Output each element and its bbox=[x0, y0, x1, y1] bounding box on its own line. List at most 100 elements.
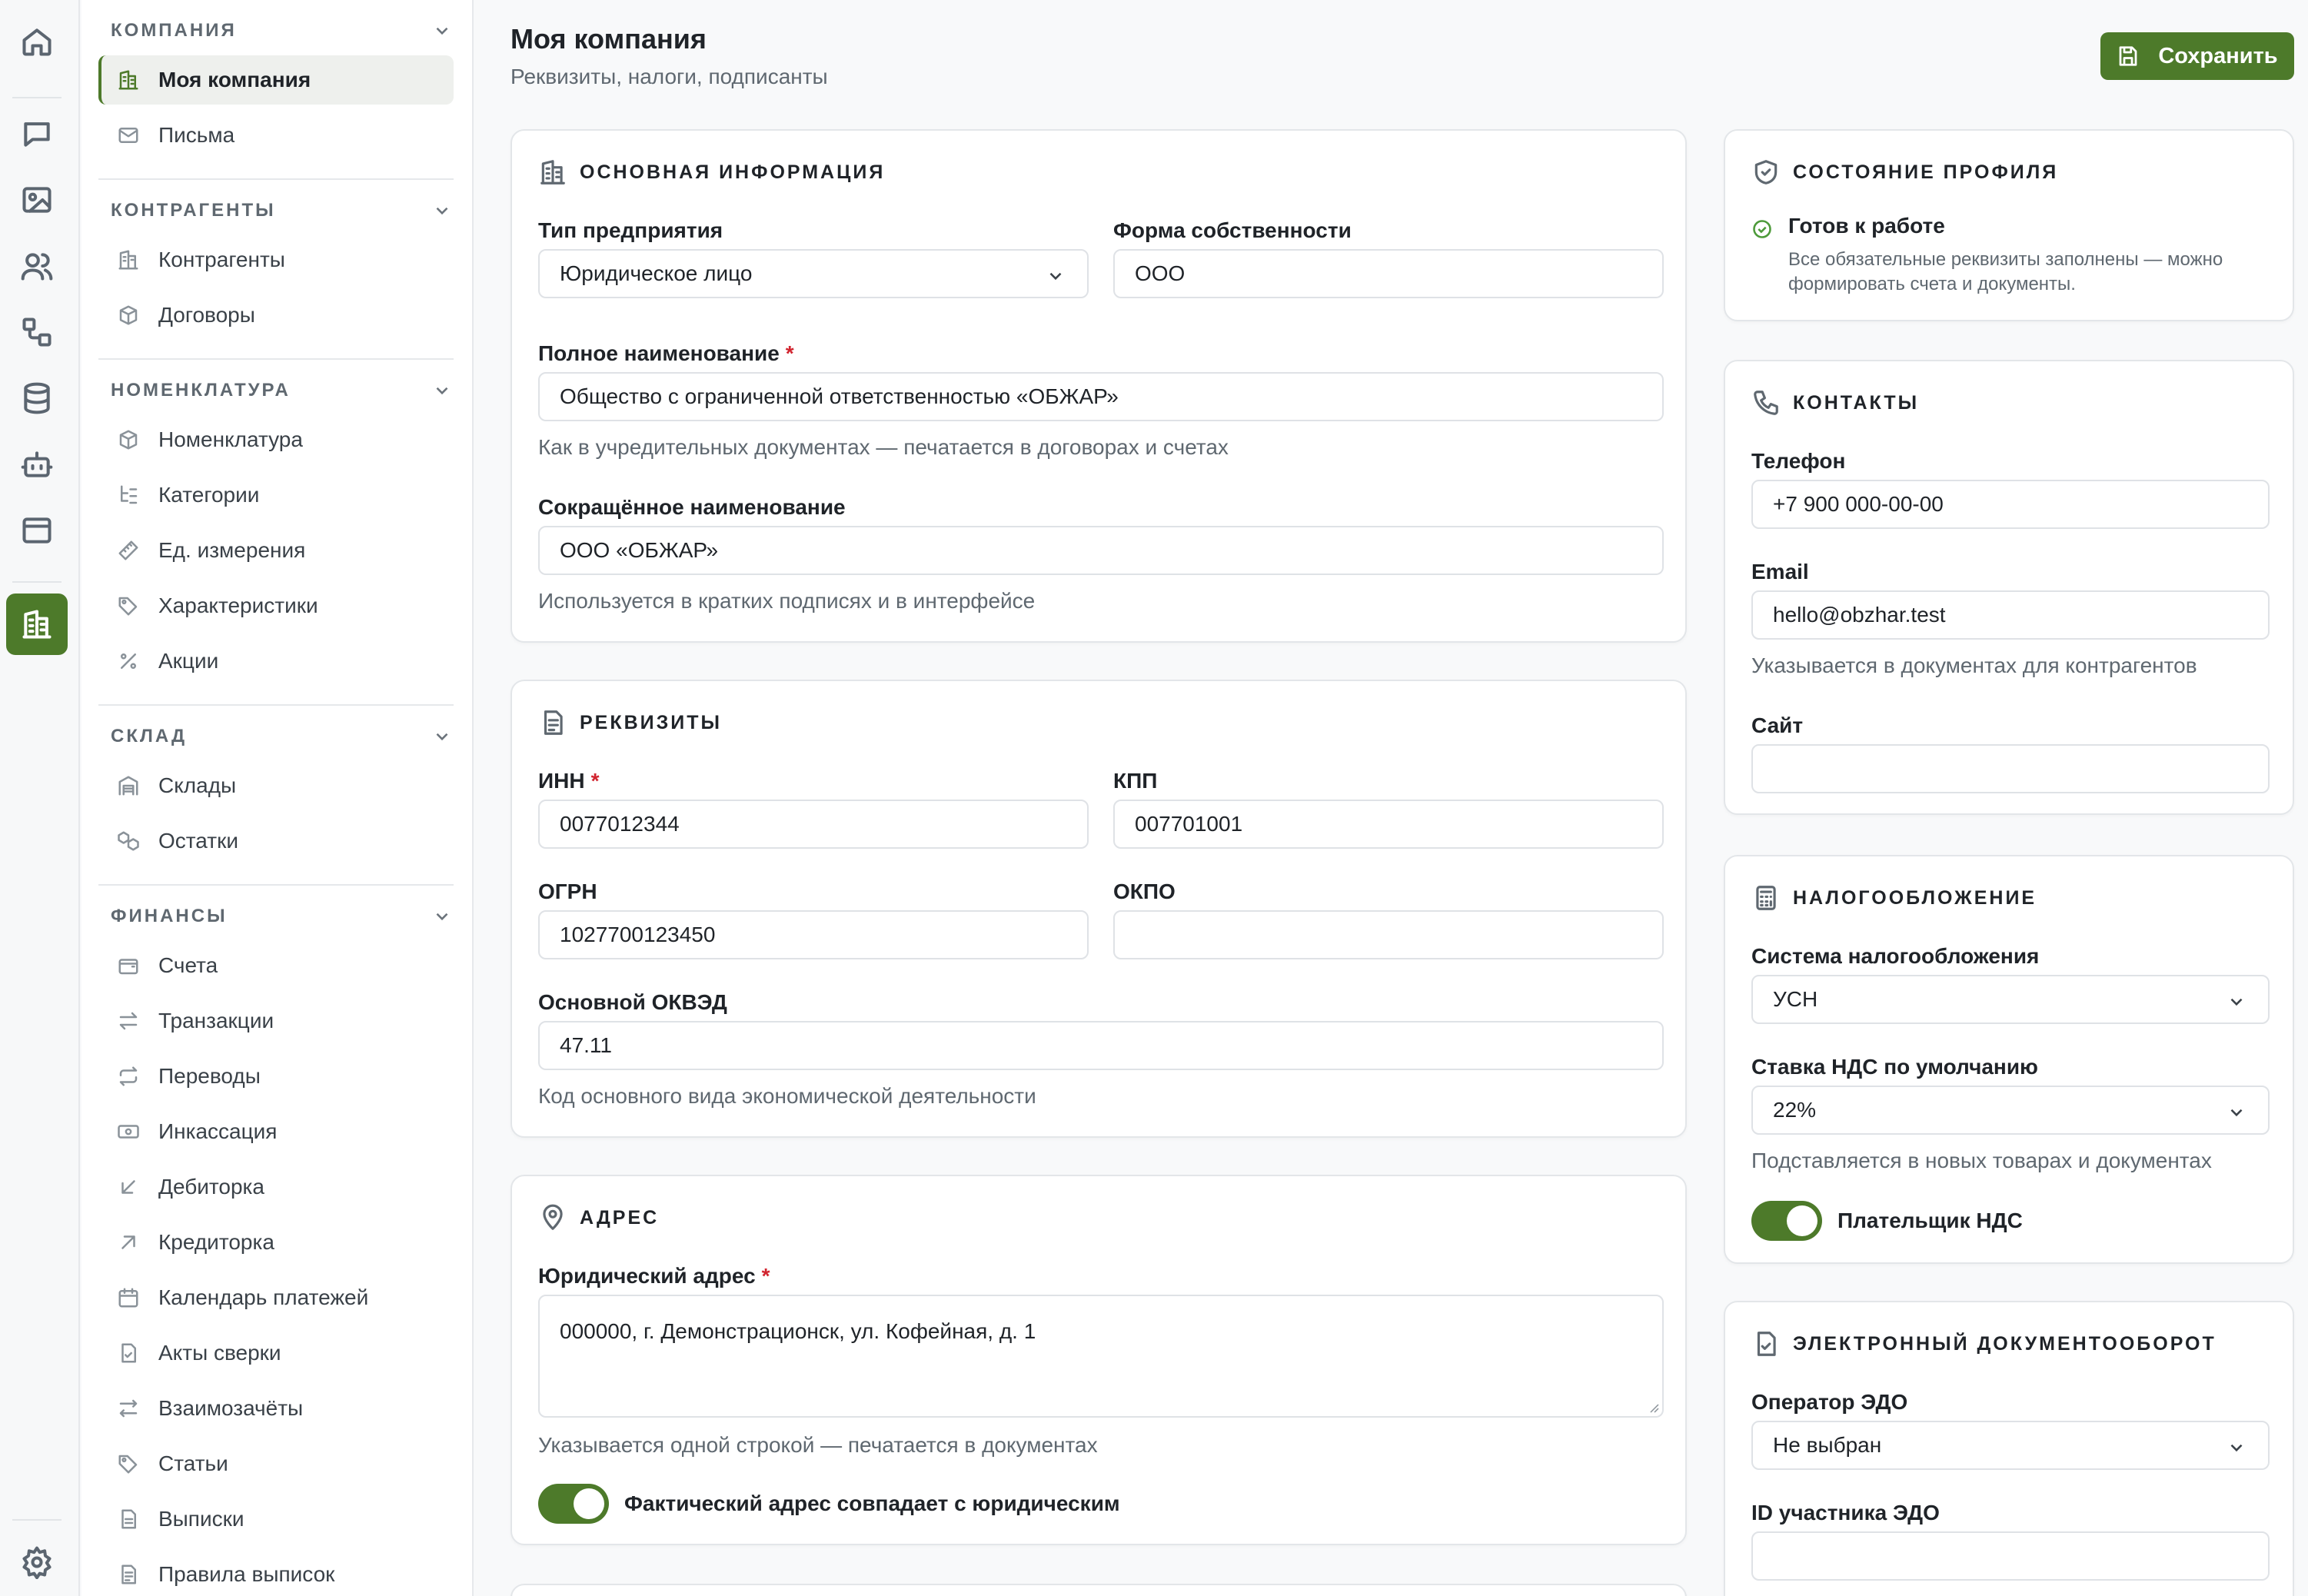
chevron-down-icon bbox=[1049, 272, 1062, 281]
card-next-section bbox=[510, 1584, 1687, 1596]
inn-input[interactable]: 0077012344 bbox=[538, 800, 1089, 849]
building-icon[interactable] bbox=[6, 594, 68, 655]
card-taxation: НАЛОГООБЛОЖЕНИЕ Система налогообложения … bbox=[1724, 855, 2294, 1264]
sidebar-item-my-company[interactable]: Моя компания bbox=[98, 55, 454, 105]
chevron-down-icon bbox=[436, 387, 448, 395]
boxes-icon bbox=[118, 831, 139, 851]
file-text-icon bbox=[544, 710, 563, 735]
calendar-icon bbox=[118, 1288, 138, 1308]
sidebar-item-transfers[interactable]: Переводы bbox=[98, 1052, 454, 1101]
sidebar-item-contracts[interactable]: Договоры bbox=[98, 291, 454, 340]
enterprise-type-label: Тип предприятия bbox=[538, 218, 723, 242]
sidebar-item-characteristics[interactable]: Характеристики bbox=[98, 581, 454, 630]
tax-system-select[interactable]: УСН bbox=[1751, 975, 2270, 1024]
sidebar-item-promotions[interactable]: Акции bbox=[98, 637, 454, 686]
vat-rate-select[interactable]: 22% bbox=[1751, 1086, 2270, 1135]
okved-hint: Код основного вида экономической деятель… bbox=[538, 1084, 1036, 1108]
image-icon[interactable] bbox=[6, 169, 68, 231]
file-check-icon bbox=[121, 1343, 136, 1363]
wallet-icon bbox=[118, 959, 138, 975]
okpo-input[interactable] bbox=[1113, 910, 1664, 959]
users-icon[interactable] bbox=[6, 235, 68, 297]
tree-icon bbox=[121, 485, 138, 504]
kpp-input[interactable]: 007701001 bbox=[1113, 800, 1664, 849]
group-header-finance[interactable]: ФИНАНСЫ bbox=[111, 903, 452, 930]
sidebar-item-units[interactable]: Ед. измерения bbox=[98, 526, 454, 575]
banknote-icon bbox=[118, 1125, 139, 1139]
same-address-label: Фактический адрес совпадает с юридически… bbox=[624, 1491, 1120, 1515]
sidebar-item-stock[interactable]: Остатки bbox=[98, 816, 454, 866]
calculator-icon bbox=[1756, 886, 1776, 910]
page-title: Моя компания bbox=[510, 23, 707, 55]
workflow-icon[interactable] bbox=[6, 301, 68, 363]
okved-label: Основной ОКВЭД bbox=[538, 990, 727, 1014]
sidebar-item-offsets[interactable]: Взаимозачёты bbox=[98, 1384, 454, 1433]
sidebar-item-nomenclature[interactable]: Номенклатура bbox=[98, 415, 454, 464]
same-address-toggle[interactable] bbox=[538, 1484, 609, 1524]
edo-operator-label: Оператор ЭДО bbox=[1751, 1390, 1908, 1414]
vat-payer-toggle[interactable] bbox=[1751, 1201, 1822, 1241]
sidebar-item-statements[interactable]: Выписки bbox=[98, 1495, 454, 1544]
check-circle-icon bbox=[1753, 220, 1771, 238]
bot-icon[interactable] bbox=[6, 434, 68, 495]
database-icon[interactable] bbox=[6, 367, 68, 429]
tags-icon bbox=[118, 597, 138, 616]
site-input[interactable] bbox=[1751, 744, 2270, 793]
home-icon[interactable] bbox=[6, 11, 68, 72]
box-icon bbox=[119, 430, 138, 450]
kpp-label: КПП bbox=[1113, 769, 1158, 793]
short-name-input[interactable]: ООО «ОБЖАР» bbox=[538, 526, 1664, 575]
tax-system-label: Система налогообложения bbox=[1751, 944, 2040, 968]
full-name-hint: Как в учредительных документах — печатае… bbox=[538, 435, 1229, 459]
edo-operator-select[interactable]: Не выбран bbox=[1751, 1421, 2270, 1470]
tag-icon bbox=[118, 1455, 138, 1474]
file-text-icon bbox=[121, 1564, 136, 1584]
box-icon bbox=[119, 305, 138, 325]
full-name-input[interactable]: Общество с ограниченной ответственностью… bbox=[538, 372, 1664, 421]
group-header-counterparties[interactable]: КОНТРАГЕНТЫ bbox=[111, 197, 452, 224]
sidebar-item-warehouses[interactable]: Склады bbox=[98, 761, 454, 810]
sidebar-item-counterparties[interactable]: Контрагенты bbox=[98, 235, 454, 284]
window-icon[interactable] bbox=[6, 500, 68, 561]
email-input[interactable]: hello@obzhar.test bbox=[1751, 590, 2270, 640]
edo-participant-input[interactable] bbox=[1751, 1531, 2270, 1581]
ownership-input[interactable]: ООО bbox=[1113, 249, 1664, 298]
sidebar-item-payables[interactable]: Кредиторка bbox=[98, 1218, 454, 1267]
phone-input[interactable]: +7 900 000-00-00 bbox=[1751, 480, 2270, 529]
page-subtitle: Реквизиты, налоги, подписанты bbox=[510, 65, 828, 88]
edo-participant-label: ID участника ЭДО bbox=[1751, 1501, 1940, 1525]
sidebar-item-statement-rules[interactable]: Правила выписок bbox=[98, 1550, 454, 1596]
sidebar-item-accounts[interactable]: Счета bbox=[98, 941, 454, 990]
sidebar-item-letters[interactable]: Письма bbox=[98, 111, 454, 160]
legal-address-label: Юридический адрес * bbox=[538, 1264, 770, 1288]
sidebar-item-receivables[interactable]: Дебиторка bbox=[98, 1162, 454, 1212]
ogrn-input[interactable]: 1027700123450 bbox=[538, 910, 1089, 959]
card-contacts: КОНТАКТЫ Телефон +7 900 000-00-00 Email … bbox=[1724, 360, 2294, 815]
enterprise-type-select[interactable]: Юридическое лицо bbox=[538, 249, 1089, 298]
sidebar-item-reconciliation[interactable]: Акты сверки bbox=[98, 1328, 454, 1378]
sidebar-item-articles[interactable]: Статьи bbox=[98, 1439, 454, 1488]
email-label: Email bbox=[1751, 560, 1809, 584]
group-header-company[interactable]: КОМПАНИЯ bbox=[111, 17, 452, 45]
status-description: Все обязательные реквизиты заполнены — м… bbox=[1788, 249, 2223, 294]
chevron-down-icon bbox=[2230, 1109, 2243, 1117]
sidebar-item-payment-calendar[interactable]: Календарь платежей bbox=[98, 1273, 454, 1322]
chat-icon[interactable] bbox=[6, 103, 68, 165]
sidebar-item-categories[interactable]: Категории bbox=[98, 470, 454, 520]
settings-icon[interactable] bbox=[6, 1531, 68, 1593]
save-button[interactable]: Сохранить bbox=[2100, 32, 2294, 80]
group-header-warehouse[interactable]: СКЛАД bbox=[111, 723, 452, 750]
group-header-nomenclature[interactable]: НОМЕНКЛАТУРА bbox=[111, 377, 452, 404]
card-address: АДРЕС Юридический адрес * 000000, г. Демо… bbox=[510, 1175, 1687, 1545]
legal-address-textarea[interactable]: 000000, г. Демонстрационск, ул. Кофейная… bbox=[538, 1295, 1664, 1418]
sidebar-item-transactions[interactable]: Транзакции bbox=[98, 996, 454, 1046]
percent-icon bbox=[121, 653, 136, 669]
site-label: Сайт bbox=[1751, 713, 1804, 737]
okved-input[interactable]: 47.11 bbox=[538, 1021, 1664, 1070]
legal-address-hint: Указывается одной строкой — печатается в… bbox=[538, 1433, 1098, 1457]
save-icon bbox=[2119, 46, 2137, 66]
sidebar: КОМПАНИЯ Моя компания Письма КОНТРАГЕНТЫ… bbox=[81, 0, 474, 1596]
sidebar-item-collection[interactable]: Инкассация bbox=[98, 1107, 454, 1156]
card-basic-info: ОСНОВНАЯ ИНФОРМАЦИЯ Тип предприятия Юрид… bbox=[510, 129, 1687, 643]
phone-label: Телефон bbox=[1751, 449, 1846, 473]
